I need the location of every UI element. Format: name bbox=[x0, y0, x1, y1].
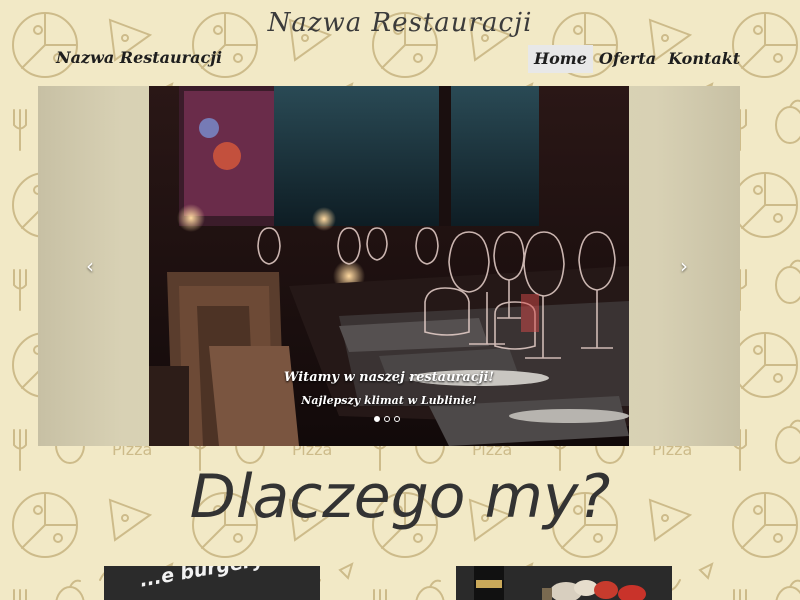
chevron-left-icon: ‹ bbox=[86, 254, 94, 278]
food-photo bbox=[456, 566, 672, 600]
carousel-prev-button[interactable]: ‹ bbox=[80, 254, 100, 278]
nav-oferta-link[interactable]: Oferta bbox=[593, 45, 662, 73]
carousel-caption-title: Witamy w naszej restauracji! bbox=[283, 370, 495, 385]
carousel-indicator-1[interactable] bbox=[374, 416, 380, 422]
navbar-brand-link[interactable]: Nazwa Restauracji bbox=[56, 48, 222, 67]
nav-home-link[interactable]: Home bbox=[528, 45, 593, 73]
section-title: Dlaczego my? bbox=[189, 462, 611, 532]
carousel-indicator-2[interactable] bbox=[384, 416, 390, 422]
feature-card-image bbox=[456, 566, 672, 600]
nav-kontakt-link[interactable]: Kontakt bbox=[662, 45, 746, 73]
chevron-right-icon: › bbox=[680, 254, 688, 278]
carousel-indicators bbox=[374, 416, 400, 422]
feature-card-burgers: ...e burgery. bbox=[104, 566, 320, 600]
image-carousel: ‹ › Witamy w naszej restauracji! Najleps… bbox=[38, 86, 740, 446]
restaurant-interior-photo bbox=[149, 86, 629, 446]
carousel-indicator-3[interactable] bbox=[394, 416, 400, 422]
carousel-caption-subtitle: Najlepszy klimat w Lublinie! bbox=[301, 394, 477, 407]
main-navigation: Home Oferta Kontakt bbox=[528, 45, 746, 73]
carousel-next-button[interactable]: › bbox=[674, 254, 694, 278]
site-title: Nazwa Restauracji bbox=[267, 8, 533, 38]
feature-card-text: ...e burgery. bbox=[138, 566, 272, 592]
